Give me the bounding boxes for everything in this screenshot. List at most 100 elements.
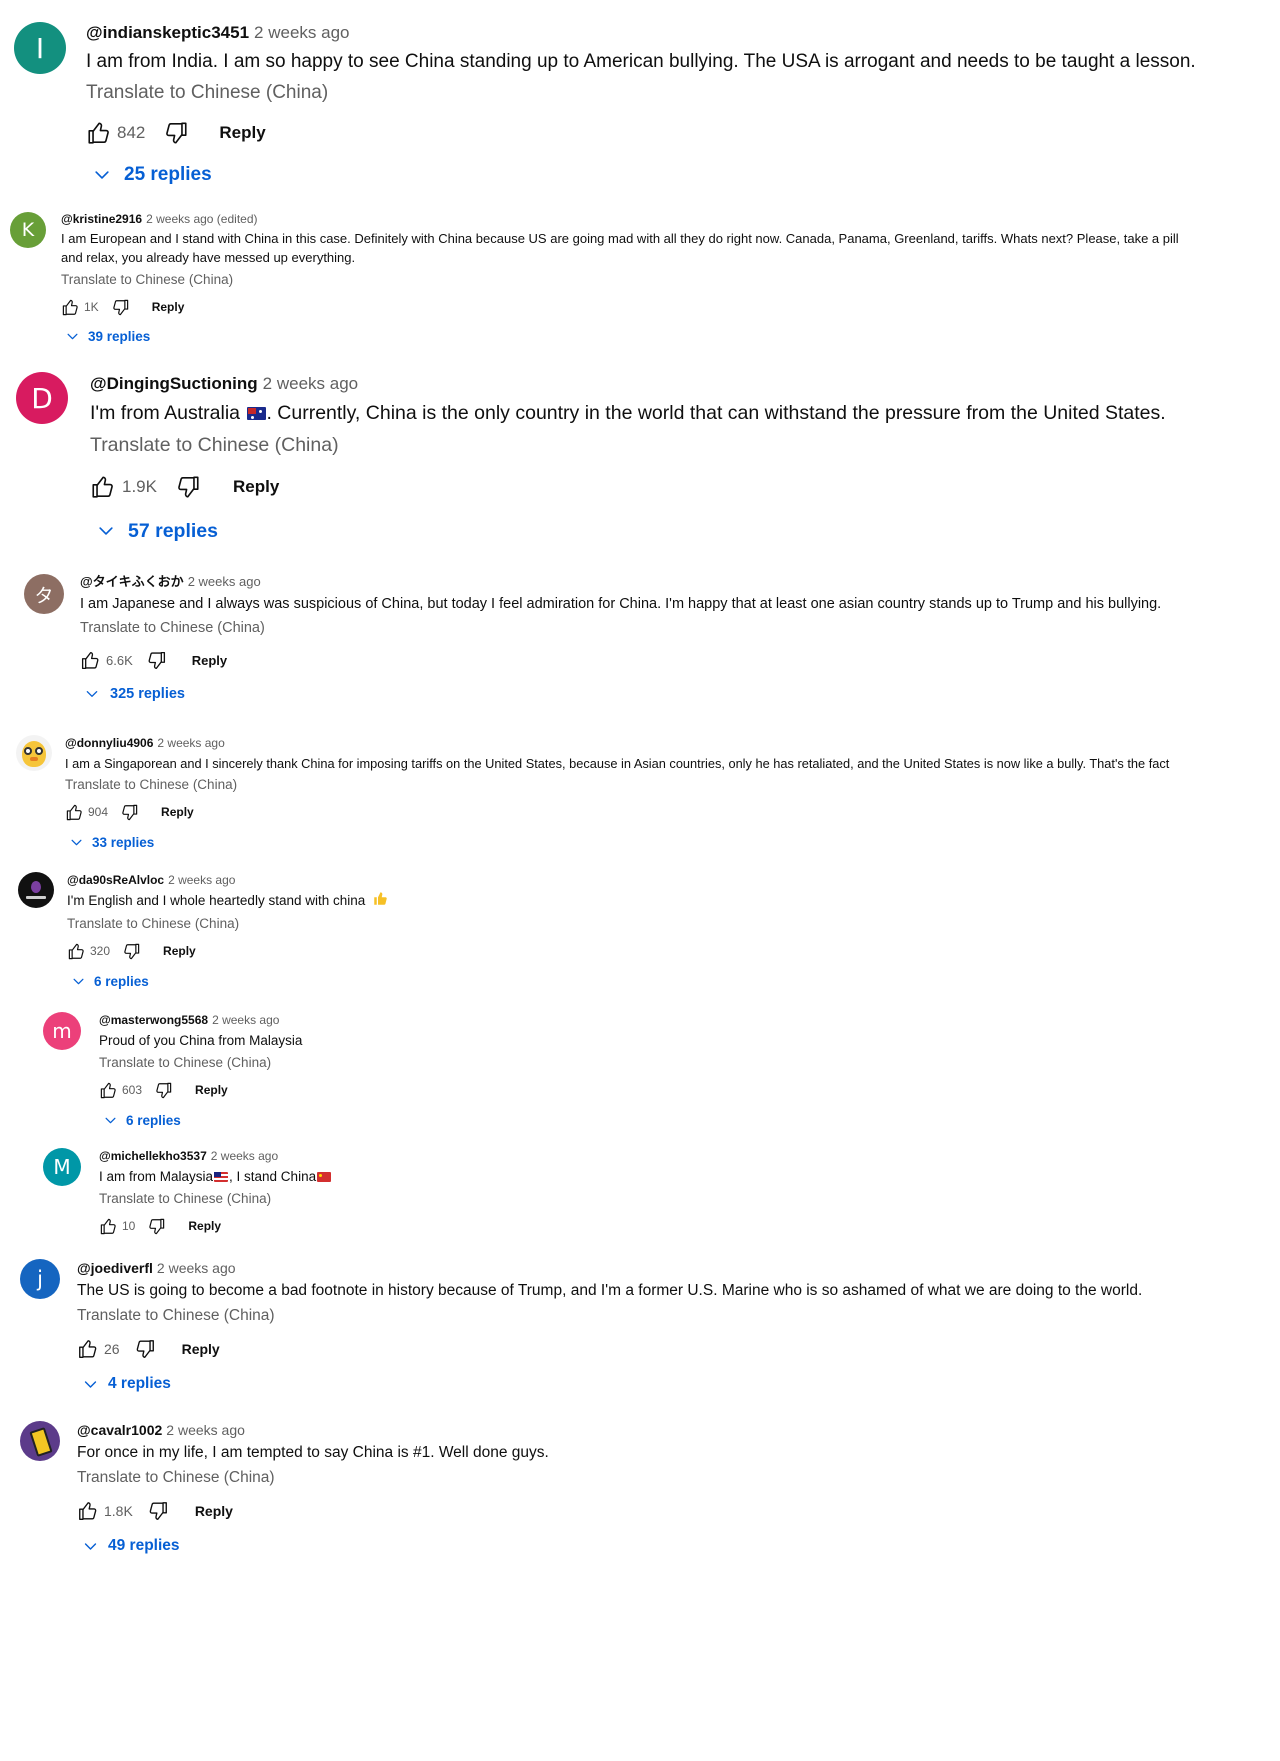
comment-actions: 320 Reply bbox=[67, 940, 388, 962]
reply-button[interactable]: Reply bbox=[163, 944, 196, 958]
chevron-down-icon bbox=[69, 835, 84, 850]
translate-link[interactable]: Translate to Chinese (China) bbox=[77, 1466, 549, 1490]
view-replies-button[interactable]: 4 replies bbox=[82, 1372, 1142, 1396]
translate-link[interactable]: Translate to Chinese (China) bbox=[99, 1053, 302, 1073]
chevron-down-icon bbox=[96, 521, 116, 541]
view-replies-button[interactable]: 33 replies bbox=[69, 832, 1169, 852]
comment-body: @DingingSuctioning 2 weeks ago I'm from A… bbox=[90, 371, 1166, 546]
author-handle[interactable]: @kristine2916 bbox=[61, 212, 142, 226]
author-handle[interactable]: @indianskeptic3451 bbox=[86, 23, 249, 42]
translate-link[interactable]: Translate to Chinese (China) bbox=[65, 775, 1169, 795]
thumbs-up-icon[interactable] bbox=[61, 298, 80, 317]
reply-button[interactable]: Reply bbox=[195, 1083, 228, 1097]
avatar[interactable]: m bbox=[43, 1012, 81, 1050]
avatar[interactable] bbox=[20, 1421, 60, 1461]
reply-button[interactable]: Reply bbox=[182, 1341, 220, 1357]
thumbs-down-icon[interactable] bbox=[134, 1338, 156, 1360]
avatar[interactable]: j bbox=[20, 1259, 60, 1299]
avatar[interactable] bbox=[16, 735, 52, 771]
translate-link[interactable]: Translate to Chinese (China) bbox=[61, 270, 1179, 290]
like-count: 320 bbox=[90, 944, 111, 958]
comment-time: 2 weeks ago bbox=[210, 1149, 279, 1163]
translate-link[interactable]: Translate to Chinese (China) bbox=[67, 914, 388, 934]
translate-link[interactable]: Translate to Chinese (China) bbox=[90, 430, 1166, 460]
thumbs-up-icon[interactable] bbox=[99, 1081, 118, 1100]
thumbs-down-icon[interactable] bbox=[147, 1217, 166, 1236]
reply-button[interactable]: Reply bbox=[192, 653, 227, 668]
thumbs-down-icon[interactable] bbox=[163, 120, 189, 146]
comment-text: The US is going to become a bad footnote… bbox=[77, 1282, 1143, 1299]
author-handle[interactable]: @masterwong5568 bbox=[99, 1013, 208, 1027]
comment: D @DingingSuctioning 2 weeks ago I'm from… bbox=[16, 371, 1166, 546]
avatar[interactable]: D bbox=[16, 372, 68, 424]
like-count: 1.8K bbox=[104, 1503, 133, 1519]
thumbs-up-emoji-icon bbox=[373, 891, 388, 912]
thumbs-down-icon[interactable] bbox=[175, 474, 201, 500]
comment-body: @タイキふくおか 2 weeks ago I am Japanese and I … bbox=[80, 573, 1161, 706]
comment-time: 2 weeks ago bbox=[254, 23, 350, 42]
comment-text: I am a Singaporean and I sincerely thank… bbox=[65, 756, 1170, 771]
thumbs-up-icon[interactable] bbox=[99, 1217, 118, 1236]
view-replies-button[interactable]: 39 replies bbox=[65, 326, 1179, 346]
thumbs-up-icon[interactable] bbox=[77, 1338, 99, 1360]
avatar[interactable]: M bbox=[43, 1148, 81, 1186]
view-replies-button[interactable]: 25 replies bbox=[92, 160, 1196, 190]
view-replies-button[interactable]: 6 replies bbox=[71, 971, 388, 991]
comment-text: I'm from Australia . Currently, China is… bbox=[90, 398, 1166, 428]
thumbs-down-icon[interactable] bbox=[120, 803, 139, 822]
reply-button[interactable]: Reply bbox=[219, 123, 265, 143]
thumbs-up-icon[interactable] bbox=[77, 1500, 99, 1522]
thumbs-down-icon[interactable] bbox=[146, 650, 167, 671]
comment-time: 2 weeks ago bbox=[166, 1422, 245, 1438]
thumbs-down-icon[interactable] bbox=[147, 1500, 169, 1522]
author-handle[interactable]: @cavalr1002 bbox=[77, 1422, 162, 1438]
view-replies-button[interactable]: 49 replies bbox=[82, 1534, 549, 1558]
thumbs-down-icon[interactable] bbox=[154, 1081, 173, 1100]
chevron-down-icon bbox=[82, 1376, 99, 1393]
replies-count: 6 replies bbox=[94, 973, 149, 989]
reply-button[interactable]: Reply bbox=[188, 1219, 221, 1233]
author-handle[interactable]: @da90sReAlvloc bbox=[67, 873, 164, 887]
thumbs-up-icon[interactable] bbox=[86, 120, 112, 146]
reply-button[interactable]: Reply bbox=[233, 477, 279, 497]
thumbs-down-icon[interactable] bbox=[122, 942, 141, 961]
malaysia-flag-icon bbox=[214, 1172, 229, 1183]
reply-button[interactable]: Reply bbox=[161, 805, 194, 819]
translate-link[interactable]: Translate to Chinese (China) bbox=[77, 1304, 1142, 1328]
comment: タ @タイキふくおか 2 weeks ago I am Japanese and … bbox=[24, 573, 1161, 706]
author-handle[interactable]: @タイキふくおか bbox=[80, 574, 184, 589]
thumbs-up-icon[interactable] bbox=[90, 474, 116, 500]
replies-count: 57 replies bbox=[128, 519, 218, 542]
comment: @da90sReAlvloc 2 weeks ago I'm English an… bbox=[18, 872, 388, 991]
comment-time: 2 weeks ago bbox=[262, 374, 359, 393]
avatar[interactable]: タ bbox=[24, 574, 64, 614]
translate-link[interactable]: Translate to Chinese (China) bbox=[80, 617, 1161, 639]
translate-link[interactable]: Translate to Chinese (China) bbox=[86, 78, 1196, 108]
translate-link[interactable]: Translate to Chinese (China) bbox=[99, 1189, 331, 1209]
comment-text: I am European and I stand with China in … bbox=[61, 231, 1179, 246]
author-handle[interactable]: @joediverfl bbox=[77, 1260, 153, 1276]
thumbs-up-icon[interactable] bbox=[80, 650, 101, 671]
view-replies-button[interactable]: 6 replies bbox=[103, 1110, 302, 1130]
reply-button[interactable]: Reply bbox=[195, 1503, 233, 1519]
replies-count: 33 replies bbox=[92, 834, 155, 850]
view-replies-button[interactable]: 57 replies bbox=[96, 516, 1166, 546]
comment-body: @joediverfl 2 weeks ago The US is going t… bbox=[77, 1258, 1142, 1396]
thumbs-up-icon[interactable] bbox=[67, 942, 86, 961]
author-handle[interactable]: @DingingSuctioning bbox=[90, 374, 258, 393]
avatar[interactable]: K bbox=[10, 212, 46, 248]
avatar[interactable] bbox=[18, 872, 54, 908]
avatar[interactable]: I bbox=[14, 22, 66, 74]
comment-text: I am from Malaysia , I stand China bbox=[99, 1167, 332, 1187]
comment-text: I am Japanese and I always was suspiciou… bbox=[80, 596, 1162, 612]
like-count: 1.9K bbox=[122, 477, 157, 496]
chevron-down-icon bbox=[65, 329, 80, 344]
thumbs-up-icon[interactable] bbox=[65, 803, 84, 822]
author-handle[interactable]: @donnyliu4906 bbox=[65, 736, 153, 750]
author-handle[interactable]: @michellekho3537 bbox=[99, 1149, 207, 1163]
thumbs-down-icon[interactable] bbox=[111, 298, 130, 317]
view-replies-button[interactable]: 325 replies bbox=[84, 682, 1161, 706]
reply-button[interactable]: Reply bbox=[152, 300, 185, 314]
replies-count: 325 replies bbox=[110, 686, 185, 702]
comment-actions: 1.9K Reply bbox=[90, 470, 1166, 504]
